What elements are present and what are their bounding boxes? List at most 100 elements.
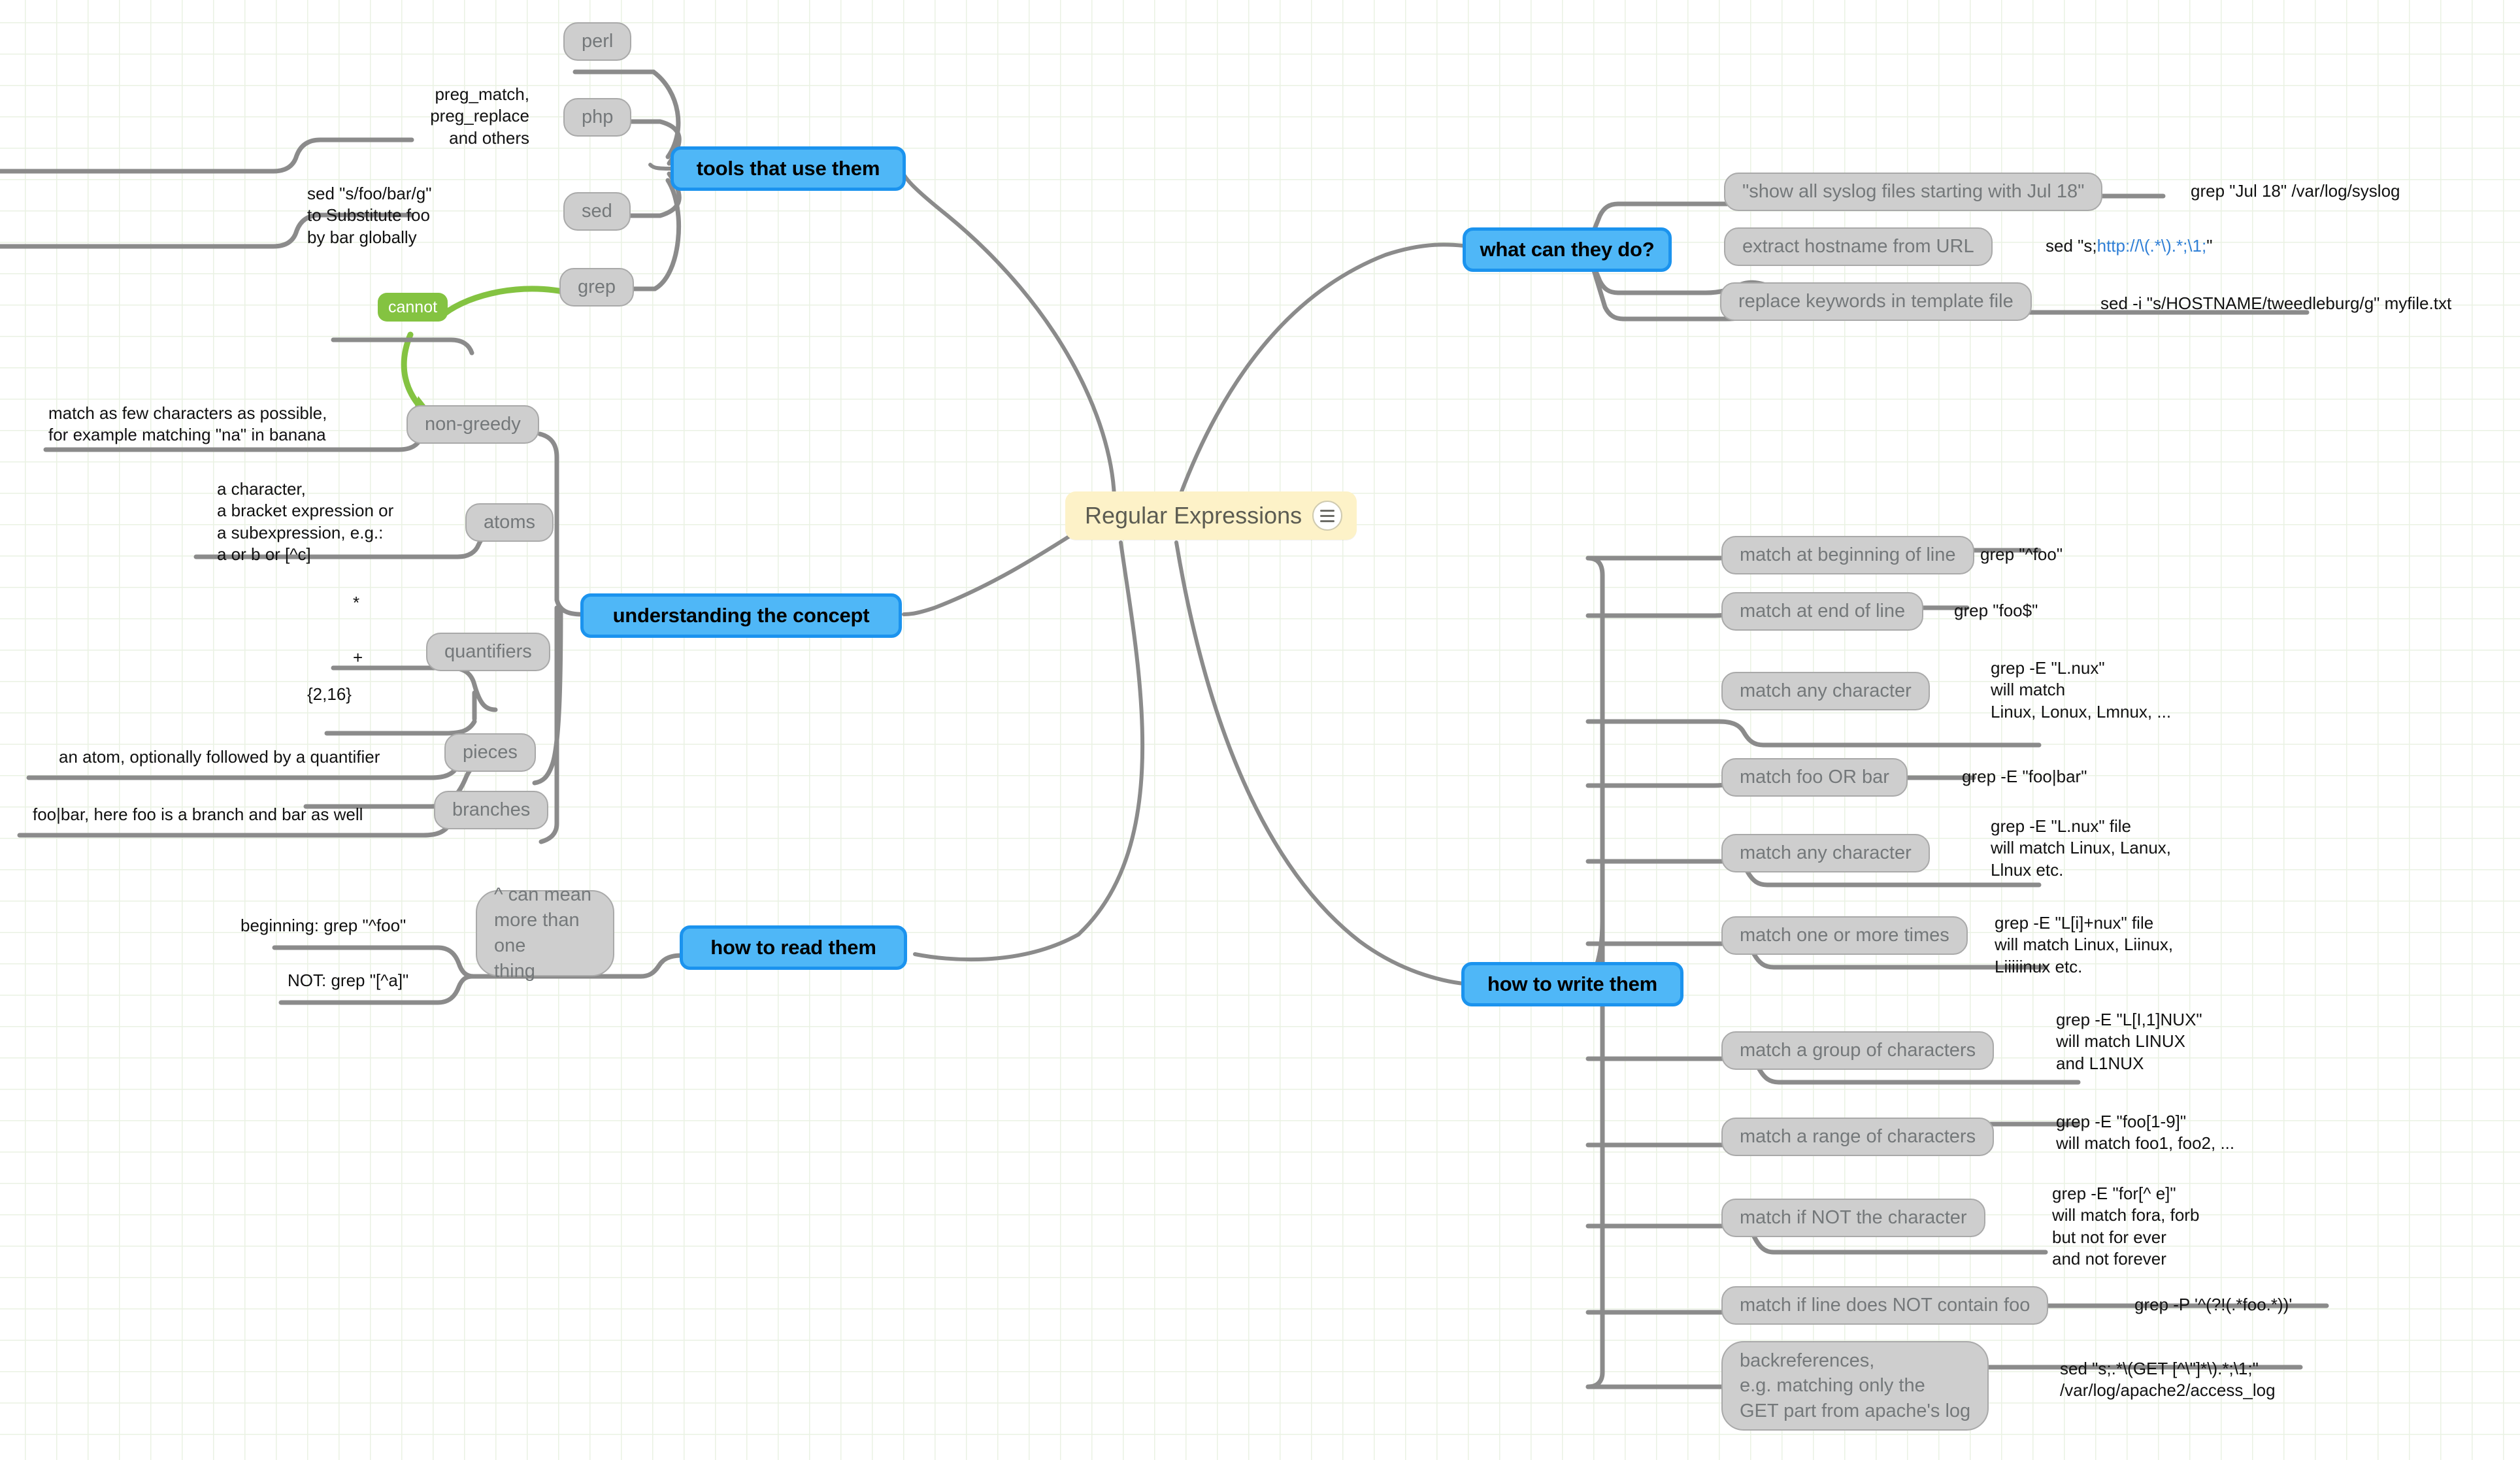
- note-line: beginning: grep "^foo": [240, 916, 406, 935]
- topic-match-if-not-the-character[interactable]: match if NOT the character: [1721, 1199, 1985, 1238]
- branch-understanding-the-concept[interactable]: understanding the concept: [580, 593, 902, 638]
- note-php-functions: preg_match, preg_replace and others: [307, 84, 529, 149]
- topic-replace-keywords[interactable]: replace keywords in template file: [1720, 282, 2032, 322]
- topic-match-any-character-b[interactable]: match any character: [1721, 834, 1930, 873]
- note-line: +: [353, 648, 363, 667]
- note-branches: foo|bar, here foo is a branch and bar as…: [33, 804, 363, 825]
- note-grep-jul18: grep "Jul 18" /var/log/syslog: [2191, 180, 2400, 202]
- note-line: Linux, Lonux, Lmnux, ...: [1991, 701, 2172, 722]
- note-line: Liiiiinux etc.: [1995, 956, 2083, 976]
- topic-label: match at beginning of line: [1740, 544, 1956, 565]
- note-line: will match fora, forb: [2052, 1205, 2200, 1225]
- branch-tools-that-use-them[interactable]: tools that use them: [671, 146, 906, 191]
- topic-match-one-or-more-times[interactable]: match one or more times: [1721, 916, 1968, 955]
- note-line: grep -E "for[^ e]": [2052, 1184, 2176, 1203]
- topic-match-if-line-not-contain-foo[interactable]: match if line does NOT contain foo: [1721, 1286, 2049, 1325]
- topic-label: backreferences, e.g. matching only the G…: [1740, 1350, 1971, 1421]
- note-prefix: sed "s;: [2046, 236, 2097, 256]
- note-read-not: NOT: grep "[^a]": [288, 970, 408, 991]
- note-line: grep -E "foo|bar": [1962, 767, 2087, 786]
- topic-php[interactable]: php: [563, 98, 632, 137]
- topic-label: "show all syslog files starting with Jul…: [1742, 181, 2085, 202]
- note-line: an atom, optionally followed by a quanti…: [59, 747, 380, 767]
- note-sed-replace-hostname: sed -i "s/HOSTNAME/tweedleburg/g" myfile…: [2100, 293, 2451, 314]
- note-line: will match Linux, Liinux,: [1995, 935, 2174, 955]
- topic-show-syslog-jul18[interactable]: "show all syslog files starting with Jul…: [1724, 173, 2103, 212]
- note-line: grep -P '^(?!(.*foo.*))': [2134, 1295, 2293, 1314]
- note-line: to Substitute foo: [307, 205, 430, 225]
- note-line: *: [353, 593, 360, 612]
- note-line: a or b or [^c]: [217, 544, 311, 564]
- hamburger-menu-icon[interactable]: [1312, 501, 1343, 531]
- note-line: /var/log/apache2/access_log: [2060, 1380, 2276, 1401]
- note-line: sed "s/foo/bar/g": [307, 184, 432, 203]
- note-line: will match: [1991, 680, 2066, 700]
- root-node[interactable]: Regular Expressions: [1065, 491, 1357, 540]
- note-line: grep -E "L[I,1]NUX": [2056, 1010, 2202, 1029]
- note-grep-L-dot-nux: grep -E "L.nux" will match Linux, Lonux,…: [1991, 657, 2171, 723]
- topic-match-foo-or-bar[interactable]: match foo OR bar: [1721, 758, 1908, 797]
- note-line: grep "^foo": [1980, 544, 2063, 564]
- note-grep-P-negative-lookahead: grep -P '^(?!(.*foo.*))': [2134, 1294, 2292, 1316]
- relation-label: cannot: [388, 298, 438, 316]
- topic-pieces[interactable]: pieces: [444, 733, 536, 772]
- topic-match-beginning-of-line[interactable]: match at beginning of line: [1721, 536, 1974, 575]
- topic-label: match at end of line: [1740, 601, 1906, 622]
- topic-atoms[interactable]: atoms: [465, 503, 554, 542]
- note-grep-L-i-plus-nux: grep -E "L[i]+nux" file will match Linux…: [1995, 912, 2173, 978]
- topic-grep[interactable]: grep: [559, 268, 635, 307]
- note-grep-foo-dollar: grep "foo$": [1954, 600, 2038, 622]
- topic-branches[interactable]: branches: [434, 791, 549, 830]
- topic-label: replace keywords in template file: [1738, 291, 2014, 312]
- topic-non-greedy[interactable]: non-greedy: [406, 405, 539, 444]
- topic-label: sed: [582, 201, 612, 222]
- note-atoms: a character, a bracket expression or a s…: [217, 478, 465, 565]
- note-grep-caret-foo: grep "^foo": [1980, 544, 2063, 565]
- branch-label: how to write them: [1487, 972, 1658, 995]
- note-line: grep -E "foo[1-9]": [2056, 1112, 2187, 1131]
- topic-caret-meaning[interactable]: ^ can mean more than one thing: [476, 884, 614, 982]
- topic-match-any-character-a[interactable]: match any character: [1721, 672, 1930, 711]
- topic-label: quantifiers: [444, 641, 532, 662]
- note-line: grep -E "L[i]+nux" file: [1995, 913, 2154, 933]
- mindmap-canvas[interactable]: Regular Expressions tools that use them …: [0, 0, 2520, 1460]
- branch-label: understanding the concept: [612, 604, 870, 627]
- branch-how-to-read-them[interactable]: how to read them: [680, 925, 907, 970]
- note-grep-foo-1-9: grep -E "foo[1-9]" will match foo1, foo2…: [2056, 1111, 2234, 1155]
- note-sed-substitute: sed "s/foo/bar/g" to Substitute foo by b…: [307, 183, 529, 248]
- note-read-beginning: beginning: grep "^foo": [240, 915, 406, 937]
- topic-match-group-of-characters[interactable]: match a group of characters: [1721, 1031, 1995, 1070]
- note-line: will match Linux, Lanux,: [1991, 838, 2172, 858]
- note-line: match as few characters as possible,: [48, 403, 327, 423]
- note-line: but not for ever: [2052, 1227, 2166, 1247]
- note-quantifier-range: {2,16}: [307, 684, 352, 705]
- note-sed-extract-hostname: sed "s; http://\(.*\).*;\1; ": [2046, 235, 2212, 257]
- note-grep-foo-or-bar: grep -E "foo|bar": [1962, 766, 2087, 788]
- topic-quantifiers[interactable]: quantifiers: [426, 633, 550, 672]
- note-link-fragment[interactable]: http://\(.*\).*;\1;: [2097, 235, 2207, 257]
- topic-match-end-of-line[interactable]: match at end of line: [1721, 592, 1924, 631]
- topic-perl[interactable]: perl: [563, 22, 632, 61]
- note-line: Llnux etc.: [1991, 859, 2064, 880]
- branch-how-to-write-them[interactable]: how to write them: [1461, 962, 1683, 1006]
- note-suffix: ": [2206, 236, 2213, 256]
- branch-label: how to read them: [710, 936, 876, 959]
- note-line: preg_match,: [435, 84, 529, 104]
- topic-extract-hostname[interactable]: extract hostname from URL: [1724, 227, 1993, 267]
- topic-backreferences[interactable]: backreferences, e.g. matching only the G…: [1721, 1341, 1989, 1431]
- topic-label: perl: [582, 31, 614, 52]
- note-line: a bracket expression or: [217, 501, 394, 521]
- note-line: a character,: [217, 479, 306, 499]
- topic-label: extract hostname from URL: [1742, 236, 1974, 257]
- note-line: grep -E "L.nux" file: [1991, 816, 2132, 836]
- branch-what-can-they-do[interactable]: what can they do?: [1463, 227, 1672, 272]
- topic-match-range-of-characters[interactable]: match a range of characters: [1721, 1118, 1995, 1157]
- topic-sed[interactable]: sed: [563, 192, 631, 231]
- topic-label: match any character: [1740, 680, 1912, 701]
- relation-cannot[interactable]: cannot: [378, 293, 448, 322]
- note-line: foo|bar, here foo is a branch and bar as…: [33, 805, 363, 824]
- note-line: will match LINUX: [2056, 1031, 2185, 1052]
- note-line: grep -E "L.nux": [1991, 658, 2105, 678]
- note-line: and L1NUX: [2056, 1053, 2144, 1073]
- note-line: a subexpression, e.g.:: [217, 522, 384, 542]
